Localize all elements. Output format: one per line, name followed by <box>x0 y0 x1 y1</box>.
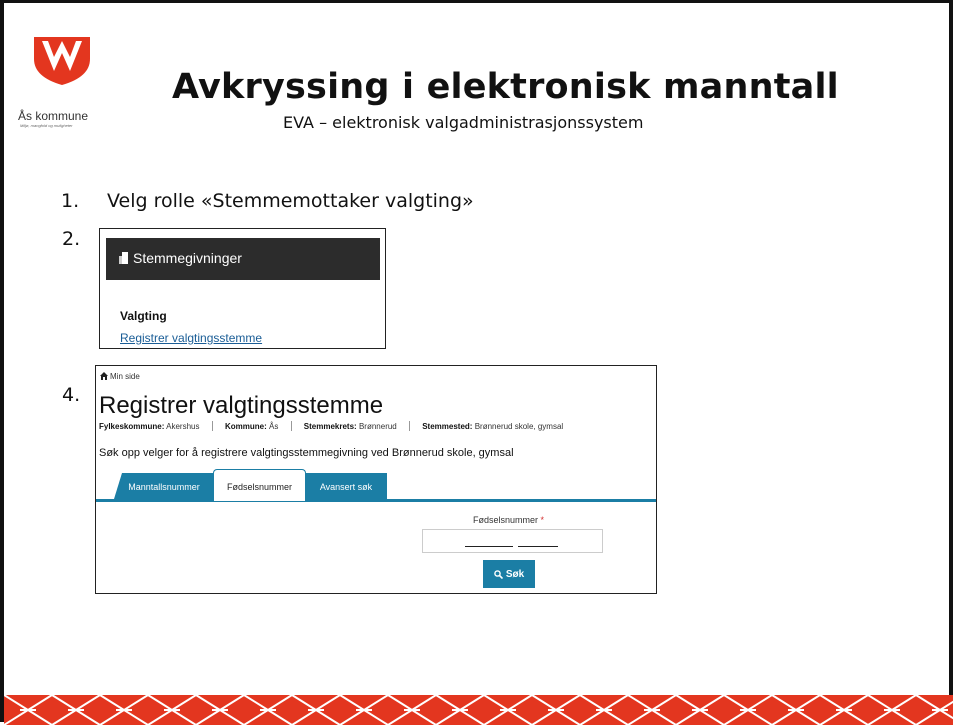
footer-chevron <box>291 695 341 725</box>
meta-divider <box>290 421 292 431</box>
footer-chevron <box>915 695 953 725</box>
valgting-heading: Valgting <box>120 309 167 323</box>
decorative-footer-band <box>4 695 953 725</box>
footer-chevron <box>51 695 101 725</box>
search-description: Søk opp velger for å registrere valgting… <box>99 447 514 459</box>
fodselsnummer-input[interactable] <box>422 529 603 553</box>
stemmegivninger-screenshot: Stemmegivninger Valgting Registrer valgt… <box>99 228 386 349</box>
footer-chevron <box>627 695 677 725</box>
slide: Ås kommune Miljø, mangfold og muligheter… <box>0 0 953 725</box>
input-mask-segment <box>518 546 558 547</box>
meta-divider <box>211 421 213 431</box>
fylke-label: Fylkeskommune: <box>99 422 165 431</box>
fylke-value: Akershus <box>166 422 200 431</box>
search-button-label: Søk <box>505 569 525 580</box>
footer-chevron <box>243 695 293 725</box>
footer-chevron <box>531 695 581 725</box>
footer-chevron <box>147 695 197 725</box>
home-icon <box>100 372 108 380</box>
meta-divider <box>408 421 410 431</box>
breadcrumb[interactable]: Min side <box>100 372 140 381</box>
search-icon <box>494 570 503 580</box>
location-meta: Fylkeskommune: Akershus Kommune: Ås Stem… <box>99 421 563 431</box>
slide-title: Avkryssing i elektronisk manntall <box>172 67 839 107</box>
footer-chevron <box>675 695 725 725</box>
ballot-icon <box>119 252 128 264</box>
step-4-number: 4. <box>62 384 81 406</box>
municipality-logo: Ås kommune Miljø, mangfold og muligheter <box>18 33 114 128</box>
page-title: Registrer valgtingsstemme <box>99 392 384 419</box>
fodselsnummer-label: Fødselsnummer * <box>473 515 544 525</box>
input-mask-segment <box>465 546 513 547</box>
required-marker: * <box>540 515 545 525</box>
breadcrumb-label: Min side <box>110 372 140 381</box>
footer-chevron <box>771 695 821 725</box>
step-1-text: Velg rolle «Stemmemottaker valgting» <box>107 190 474 212</box>
slide-subtitle: EVA – elektronisk valgadministrasjonssys… <box>283 113 644 132</box>
footer-pattern <box>4 695 953 725</box>
step-1-number: 1. <box>61 190 80 212</box>
search-button[interactable]: Søk <box>483 560 535 588</box>
municipality-name: Ås kommune <box>18 109 89 123</box>
footer-chevron <box>723 695 773 725</box>
krets-label: Stemmekrets: <box>303 422 357 431</box>
footer-chevron <box>195 695 245 725</box>
stemmegivninger-bar: Stemmegivninger <box>106 238 380 280</box>
krets-value: Brønnerud <box>358 422 397 431</box>
footer-chevron <box>99 695 149 725</box>
footer-chevron <box>339 695 389 725</box>
footer-chevron <box>867 695 917 725</box>
coat-of-arms-icon <box>34 37 90 85</box>
step-2-number: 2. <box>62 228 81 250</box>
tab-underline <box>96 499 656 502</box>
footer-chevron <box>483 695 533 725</box>
fodselsnummer-label-text: Fødselsnummer <box>473 515 539 525</box>
kommune-value: Ås <box>268 422 279 431</box>
footer-chevron <box>387 695 437 725</box>
footer-chevron <box>579 695 629 725</box>
tab-manntallsnummer[interactable]: Manntallsnummer <box>114 473 214 499</box>
registrer-valgtingsstemme-link[interactable]: Registrer valgtingsstemme <box>120 331 262 345</box>
tab-avansert-sok[interactable]: Avansert søk <box>305 473 387 499</box>
footer-chevron <box>819 695 869 725</box>
kommune-label: Kommune: <box>224 422 267 431</box>
footer-chevron <box>4 695 53 725</box>
registrer-valgtingsstemme-screenshot: Min side Registrer valgtingsstemme Fylke… <box>95 365 657 594</box>
municipality-tagline: Miljø, mangfold og muligheter <box>20 123 73 128</box>
sted-value: Brønnerud skole, gymsal <box>474 422 564 431</box>
footer-chevron <box>435 695 485 725</box>
tab-fodselsnummer[interactable]: Fødselsnummer <box>213 469 306 501</box>
stemmegivninger-title: Stemmegivninger <box>133 250 242 266</box>
sted-label: Stemmested: <box>422 422 473 431</box>
